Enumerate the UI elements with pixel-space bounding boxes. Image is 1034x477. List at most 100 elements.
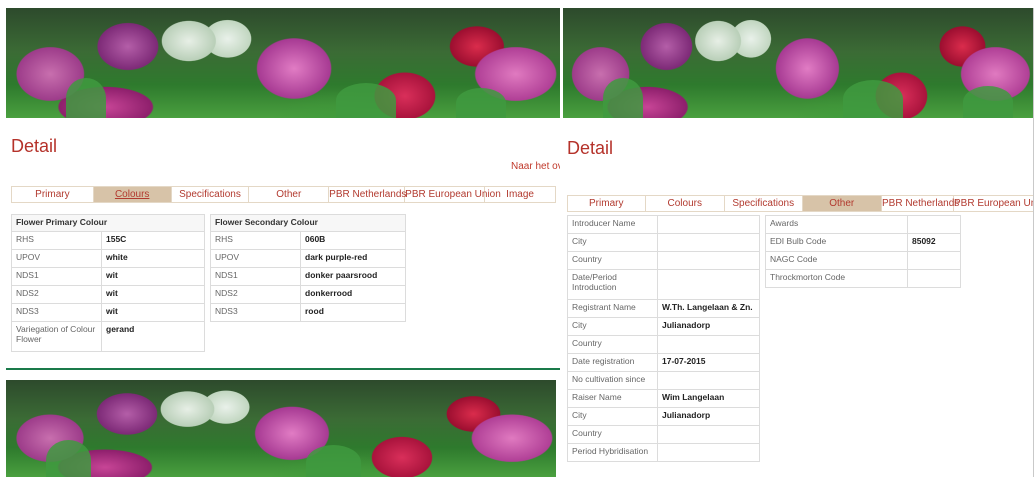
table-row: NAGC Code bbox=[765, 251, 961, 270]
table-row: Country bbox=[567, 425, 760, 444]
row-label: EDI Bulb Code bbox=[765, 233, 908, 252]
row-value: 060B bbox=[300, 231, 406, 250]
row-label: UPOV bbox=[210, 249, 301, 268]
tab-pbr-netherlands[interactable]: PBR Netherlands bbox=[329, 187, 406, 202]
row-label: NDS3 bbox=[210, 303, 301, 322]
tab-primary[interactable]: Primary bbox=[568, 196, 646, 211]
tab-specifications[interactable]: Specifications bbox=[172, 187, 250, 202]
table-row: NDS3 rood bbox=[210, 303, 406, 322]
page-title: Detail bbox=[11, 136, 58, 156]
row-label: Date registration bbox=[567, 353, 658, 372]
table-row: RHS 155C bbox=[11, 231, 205, 250]
tab-other[interactable]: Other bbox=[802, 196, 882, 211]
page-title: Detail bbox=[567, 138, 614, 158]
row-value: white bbox=[101, 249, 205, 268]
row-label: Awards bbox=[765, 215, 908, 234]
table-row: City bbox=[567, 233, 760, 252]
row-label: NDS1 bbox=[210, 267, 301, 286]
tulip-banner-image bbox=[6, 8, 560, 118]
table-row: UPOV white bbox=[11, 249, 205, 268]
table-row: Variegation of Colour Flower gerand bbox=[11, 321, 205, 352]
colours-panel: Detail Naar het ove Primary Colours Spec… bbox=[6, 8, 560, 370]
table-row: No cultivation since bbox=[567, 371, 760, 390]
row-label: Raiser Name bbox=[567, 389, 658, 408]
table-row: Introducer Name bbox=[567, 215, 760, 234]
table-row: Date/Period Introduction bbox=[567, 269, 760, 300]
tab-colours[interactable]: Colours bbox=[646, 196, 725, 211]
row-value: wit bbox=[101, 303, 205, 322]
table-row: EDI Bulb Code 85092 bbox=[765, 233, 961, 252]
row-value: donkerrood bbox=[300, 285, 406, 304]
row-value: rood bbox=[300, 303, 406, 322]
table-row: NDS3 wit bbox=[11, 303, 205, 322]
tab-image[interactable]: Image bbox=[485, 187, 555, 202]
table-row: RHS 060B bbox=[210, 231, 406, 250]
row-value bbox=[907, 251, 961, 270]
table-row: City Julianadorp bbox=[567, 407, 760, 426]
row-label: NDS2 bbox=[11, 285, 102, 304]
tab-pbr-european-union[interactable]: PBR European Union bbox=[405, 187, 501, 202]
tulip-banner-image bbox=[6, 380, 556, 477]
row-value bbox=[657, 269, 760, 300]
table-row: NDS1 wit bbox=[11, 267, 205, 286]
table-row: Date registration 17-07-2015 bbox=[567, 353, 760, 372]
row-label: Throckmorton Code bbox=[765, 269, 908, 288]
row-value: dark purple-red bbox=[300, 249, 406, 268]
row-label: Period Hybridisation bbox=[567, 443, 658, 462]
row-value: 17-07-2015 bbox=[657, 353, 760, 372]
secondary-colour-header: Flower Secondary Colour bbox=[210, 214, 406, 232]
row-value: 155C bbox=[101, 231, 205, 250]
row-label: UPOV bbox=[11, 249, 102, 268]
people-table: Introducer Name City Country Date/Period… bbox=[567, 215, 760, 462]
detail-tabs: Primary Colours Specifications Other PBR… bbox=[11, 186, 556, 203]
other-panel: Detail Primary Colours Specifications Ot… bbox=[563, 8, 1034, 477]
row-label: City bbox=[567, 407, 658, 426]
row-label: City bbox=[567, 317, 658, 336]
row-value: Julianadorp bbox=[657, 407, 760, 426]
table-row: UPOV dark purple-red bbox=[210, 249, 406, 268]
row-label: NDS2 bbox=[210, 285, 301, 304]
table-row: Awards bbox=[765, 215, 961, 234]
tab-pbr-european-union[interactable]: PBR European Union bbox=[954, 196, 1033, 211]
table-row: Throckmorton Code bbox=[765, 269, 961, 288]
row-value bbox=[657, 251, 760, 270]
row-value bbox=[907, 215, 961, 234]
row-value bbox=[657, 443, 760, 462]
tab-specifications[interactable]: Specifications bbox=[725, 196, 803, 211]
primary-colour-header: Flower Primary Colour bbox=[11, 214, 205, 232]
table-row: City Julianadorp bbox=[567, 317, 760, 336]
row-value bbox=[907, 269, 961, 288]
secondary-colour-table: Flower Secondary Colour RHS 060B UPOV dark… bbox=[210, 214, 406, 322]
row-label: NDS1 bbox=[11, 267, 102, 286]
tab-colours[interactable]: Colours bbox=[93, 187, 172, 202]
table-row: Registrant Name W.Th. Langelaan & Zn. bbox=[567, 299, 760, 318]
row-value: gerand bbox=[101, 321, 205, 352]
row-value: 85092 bbox=[907, 233, 961, 252]
row-value bbox=[657, 371, 760, 390]
table-row: NDS1 donker paarsrood bbox=[210, 267, 406, 286]
row-label: No cultivation since bbox=[567, 371, 658, 390]
row-label: RHS bbox=[11, 231, 102, 250]
codes-table: Awards EDI Bulb Code 85092 NAGC Code Thro… bbox=[765, 215, 961, 288]
row-label: Date/Period Introduction bbox=[567, 269, 658, 300]
table-row: Country bbox=[567, 335, 760, 354]
row-value bbox=[657, 425, 760, 444]
table-row: NDS2 wit bbox=[11, 285, 205, 304]
primary-colour-table: Flower Primary Colour RHS 155C UPOV white … bbox=[11, 214, 205, 352]
detail-tabs: Primary Colours Specifications Other PBR… bbox=[567, 195, 1033, 212]
row-value bbox=[657, 215, 760, 234]
row-value: W.Th. Langelaan & Zn. bbox=[657, 299, 760, 318]
row-label: Country bbox=[567, 425, 658, 444]
tab-other[interactable]: Other bbox=[249, 187, 330, 202]
tab-pbr-netherlands[interactable]: PBR Netherlands bbox=[882, 196, 959, 211]
back-to-overview-link[interactable]: Naar het ove bbox=[511, 161, 560, 172]
row-label: Country bbox=[567, 251, 658, 270]
tab-primary[interactable]: Primary bbox=[12, 187, 94, 202]
tulip-banner-image bbox=[563, 8, 1033, 118]
row-value: Wim Langelaan bbox=[657, 389, 760, 408]
row-value: wit bbox=[101, 285, 205, 304]
row-label: Introducer Name bbox=[567, 215, 658, 234]
third-panel bbox=[6, 380, 556, 477]
row-value: Julianadorp bbox=[657, 317, 760, 336]
row-label: City bbox=[567, 233, 658, 252]
